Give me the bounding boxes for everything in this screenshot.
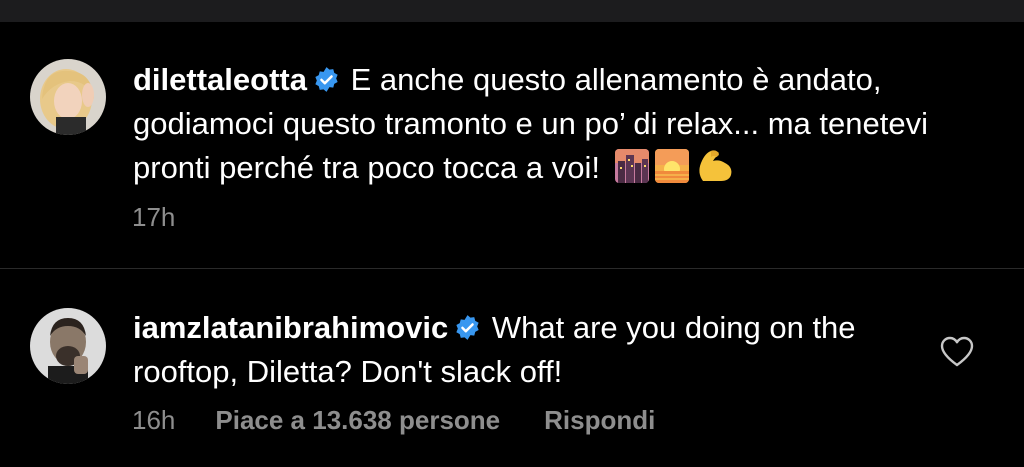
verified-badge-icon bbox=[454, 314, 481, 341]
comment-body: dilettaleotta E anche questo allenamento… bbox=[133, 58, 993, 190]
verified-badge-icon bbox=[313, 66, 340, 93]
likes-count-link[interactable]: Piace a 13.638 persone bbox=[215, 405, 500, 436]
like-heart-icon[interactable] bbox=[940, 336, 974, 368]
comment-username[interactable]: iamzlatanibrahimovic bbox=[133, 310, 448, 345]
divider bbox=[0, 268, 1024, 269]
avatar[interactable] bbox=[30, 308, 106, 384]
cityscape-at-dusk-icon bbox=[614, 149, 649, 183]
sunrise-icon bbox=[654, 149, 689, 183]
flexed-biceps-icon bbox=[695, 147, 735, 183]
comment-body: iamzlatanibrahimovic What are you doing … bbox=[133, 306, 893, 394]
top-bar bbox=[0, 0, 1024, 22]
avatar-image bbox=[30, 308, 106, 384]
avatar-image bbox=[30, 59, 106, 135]
comment-timestamp: 17h bbox=[132, 202, 176, 232]
comment-timestamp: 16h bbox=[132, 405, 176, 435]
comment-username[interactable]: dilettaleotta bbox=[133, 62, 307, 97]
reply-button[interactable]: Rispondi bbox=[544, 405, 655, 436]
comment-meta: 16h Piace a 13.638 persone Rispondi bbox=[132, 405, 655, 436]
avatar[interactable] bbox=[30, 59, 106, 135]
